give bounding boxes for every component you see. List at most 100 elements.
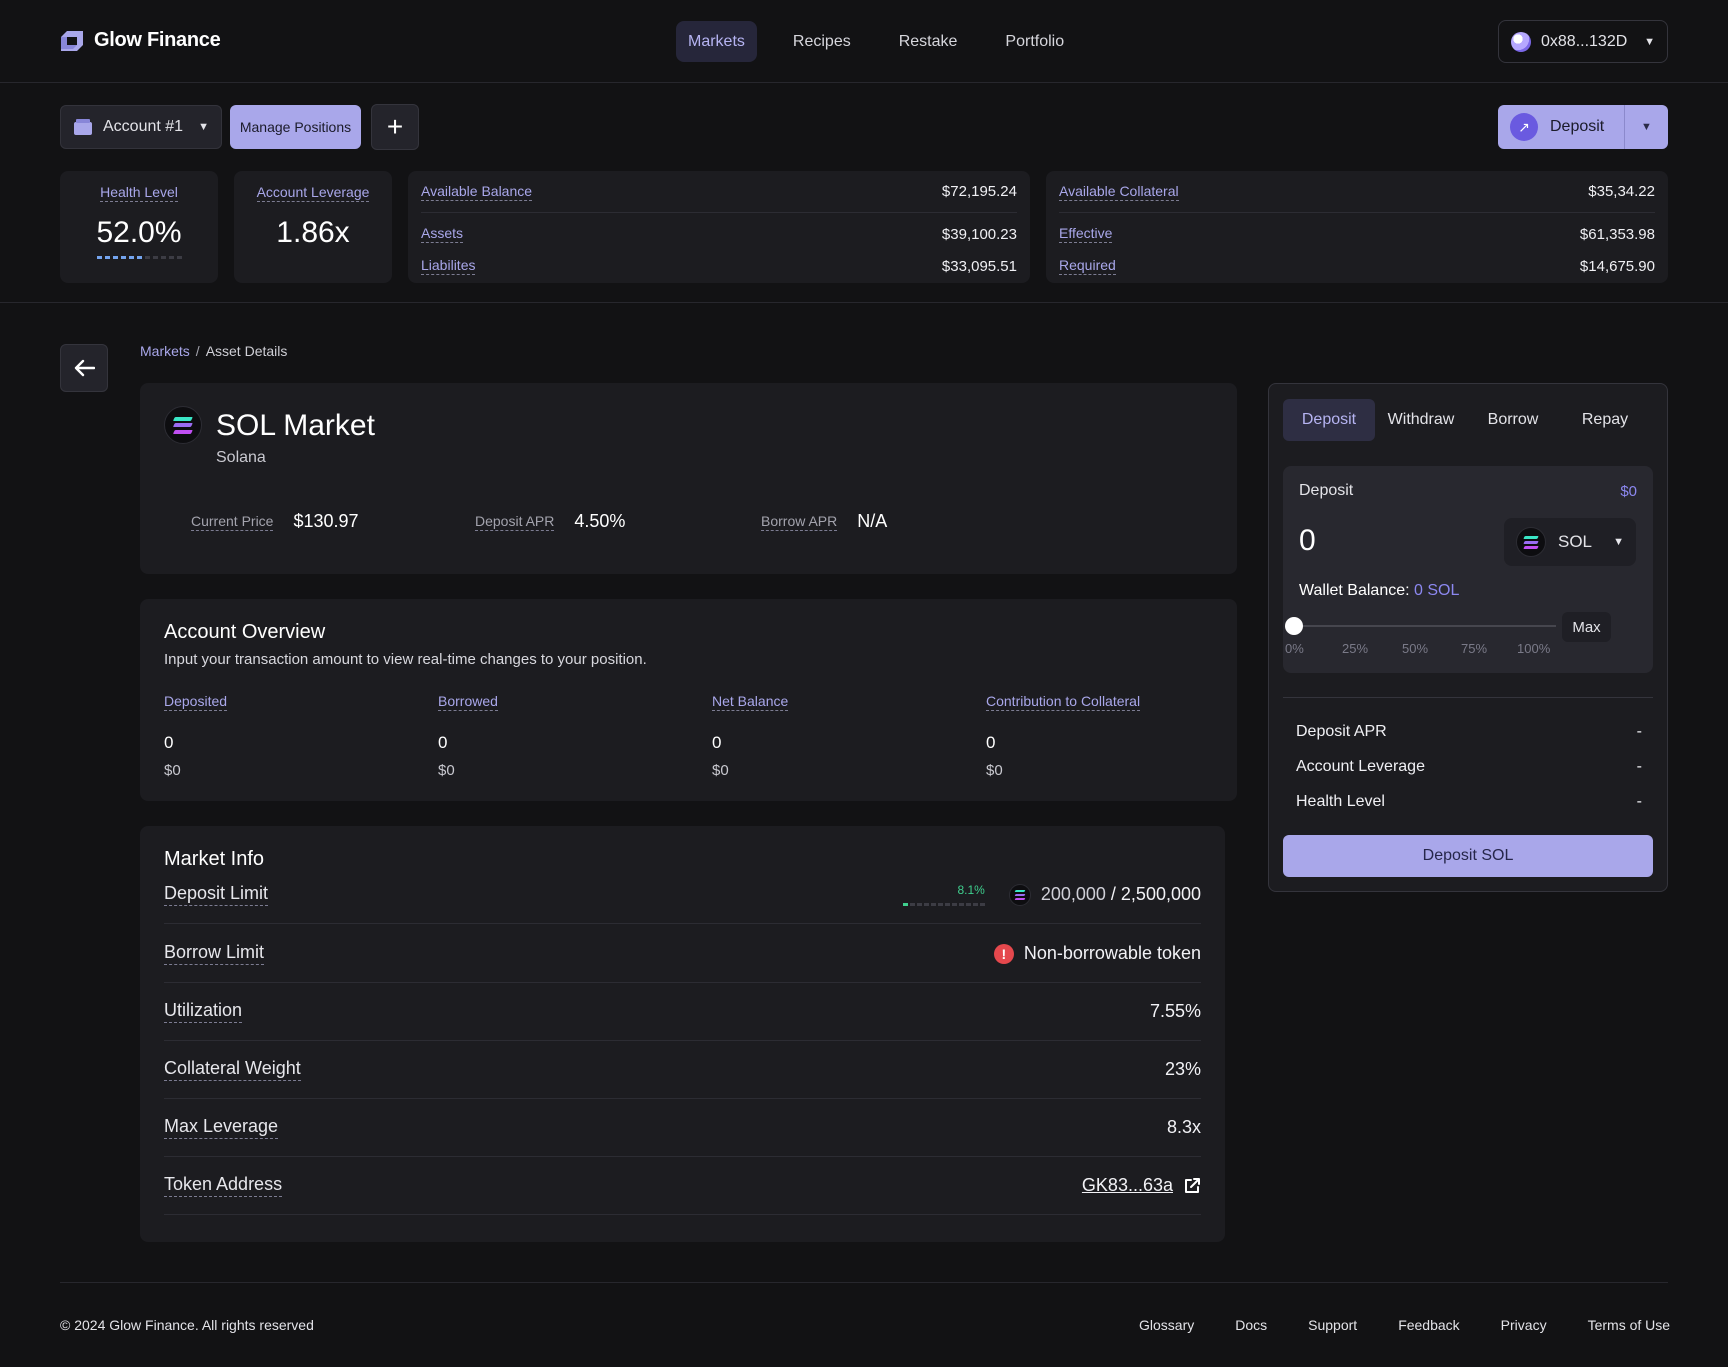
overview-deposited-amount: 0 [164, 733, 174, 752]
effective-label[interactable]: Effective [1059, 225, 1113, 243]
tab-borrow[interactable]: Borrow [1467, 399, 1559, 441]
max-button[interactable]: Max [1562, 612, 1611, 642]
overview-deposited-label[interactable]: Deposited [164, 693, 228, 711]
nav-recipes[interactable]: Recipes [781, 21, 863, 62]
deposit-button[interactable]: ↗ Deposit ▼ [1498, 105, 1668, 149]
current-price: Current Price $130.97 [191, 511, 359, 532]
overview-borrowed-usd: $0 [438, 762, 455, 779]
available-collateral-label[interactable]: Available Collateral [1059, 183, 1179, 201]
bar-segment [972, 903, 978, 906]
max-leverage-label[interactable]: Max Leverage [164, 1116, 279, 1139]
tab-repay[interactable]: Repay [1559, 399, 1651, 441]
account-leverage-value: 1.86x [276, 216, 350, 249]
overview-net-balance-amount: 0 [712, 733, 722, 752]
deposit-dropdown-button[interactable]: ▼ [1624, 105, 1668, 149]
current-price-value: $130.97 [293, 511, 359, 531]
deposit-apr-value: 4.50% [574, 511, 626, 531]
footer-link-docs[interactable]: Docs [1235, 1317, 1267, 1333]
bar-segment [136, 256, 142, 259]
overview-net-balance: Net Balance 0 $0 [712, 693, 789, 779]
back-button[interactable] [60, 344, 108, 392]
slider-tick: 100% [1517, 641, 1551, 656]
wallet-button[interactable]: 0x88...132D ▼ [1498, 20, 1668, 63]
token-selector[interactable]: SOL ▼ [1504, 518, 1636, 566]
add-account-button[interactable]: + [371, 104, 419, 150]
manage-positions-button[interactable]: Manage Positions [230, 105, 361, 149]
utilization-label[interactable]: Utilization [164, 1000, 243, 1023]
overview-collateral-contribution-label[interactable]: Contribution to Collateral [986, 693, 1141, 711]
breadcrumb-markets-link[interactable]: Markets [140, 343, 190, 359]
footer-link-support[interactable]: Support [1308, 1317, 1357, 1333]
market-subtitle: Solana [216, 449, 266, 466]
amount-slider-track[interactable] [1286, 625, 1556, 627]
collateral-weight-row: Collateral Weight 23% [164, 1041, 1201, 1099]
assets-row: Assets $39,100.23 [421, 221, 1017, 247]
max-leverage-value: 8.3x [1166, 1117, 1201, 1137]
overview-net-balance-label[interactable]: Net Balance [712, 693, 789, 711]
bar-segment [128, 256, 134, 259]
token-selector-label: SOL [1558, 532, 1593, 551]
liabilities-value: $33,095.51 [941, 257, 1017, 275]
sol-token-icon [1516, 527, 1546, 557]
footer-link-privacy[interactable]: Privacy [1501, 1317, 1547, 1333]
health-level-label[interactable]: Health Level [100, 184, 178, 202]
bar-segment [902, 903, 908, 906]
deposit-limit-amount: 200,000 / 2,500,000 [1041, 884, 1201, 905]
bar-segment [909, 903, 915, 906]
assets-label[interactable]: Assets [421, 225, 464, 243]
account-overview-title: Account Overview [164, 621, 326, 643]
bar-segment [937, 903, 943, 906]
footer-link-terms[interactable]: Terms of Use [1588, 1317, 1670, 1333]
collateral-card: Available Collateral $35,34.22 Effective… [1046, 171, 1668, 283]
wallet-balance-value: 0 SOL [1414, 582, 1460, 599]
summary-deposit-apr: Deposit APR - [1296, 723, 1642, 741]
chevron-down-icon: ▼ [198, 121, 209, 133]
footer-link-glossary[interactable]: Glossary [1139, 1317, 1194, 1333]
wallet-avatar [1511, 31, 1531, 52]
external-link-icon[interactable] [1183, 1177, 1201, 1195]
borrow-apr: Borrow APR N/A [761, 511, 887, 532]
summary-account-leverage-value: - [1636, 758, 1642, 775]
amount-input[interactable]: 0 [1299, 524, 1316, 558]
deposit-button-main[interactable]: ↗ Deposit [1498, 105, 1624, 149]
nav-portfolio[interactable]: Portfolio [993, 21, 1076, 62]
effective-value: $61,353.98 [1579, 225, 1655, 243]
tab-withdraw[interactable]: Withdraw [1375, 399, 1467, 441]
arrow-up-right-icon: ↗ [1510, 113, 1538, 141]
borrow-apr-label[interactable]: Borrow APR [761, 513, 838, 531]
deposit-limit-bar [902, 903, 985, 906]
nav-markets[interactable]: Markets [676, 21, 757, 62]
tab-deposit[interactable]: Deposit [1283, 399, 1375, 441]
available-balance-label[interactable]: Available Balance [421, 183, 533, 201]
summary-account-leverage: Account Leverage - [1296, 758, 1642, 776]
slider-tick: 0% [1285, 641, 1304, 656]
bar-segment [958, 903, 964, 906]
deposit-limit-separator: / [1105, 884, 1121, 904]
summary-account-leverage-label: Account Leverage [1296, 758, 1425, 775]
brand-logo[interactable]: Glow Finance [60, 29, 221, 52]
borrow-limit-label[interactable]: Borrow Limit [164, 942, 265, 965]
deposit-sol-button[interactable]: Deposit SOL [1283, 835, 1653, 877]
overview-collateral-contribution-usd: $0 [986, 762, 1003, 779]
liabilities-label[interactable]: Liabilites [421, 257, 476, 275]
deposit-limit-label[interactable]: Deposit Limit [164, 883, 269, 906]
nav-restake[interactable]: Restake [887, 21, 970, 62]
overview-borrowed-label[interactable]: Borrowed [438, 693, 498, 711]
utilization-row: Utilization 7.55% [164, 983, 1201, 1041]
account-leverage-label[interactable]: Account Leverage [256, 184, 370, 202]
collateral-weight-label[interactable]: Collateral Weight [164, 1058, 301, 1081]
token-address-label[interactable]: Token Address [164, 1174, 283, 1197]
required-label[interactable]: Required [1059, 257, 1116, 275]
header-divider [0, 302, 1728, 303]
brand-name: Glow Finance [94, 29, 221, 51]
amount-slider-thumb[interactable] [1285, 617, 1303, 635]
market-title: SOL Market [216, 409, 375, 442]
footer-link-feedback[interactable]: Feedback [1398, 1317, 1459, 1333]
footer-links: Glossary Docs Support Feedback Privacy T… [1139, 1317, 1670, 1333]
account-selector[interactable]: Account #1 ▼ [60, 105, 222, 149]
current-price-label[interactable]: Current Price [191, 513, 274, 531]
token-address-link[interactable]: GK83...63a [1082, 1175, 1173, 1196]
deposit-apr-label[interactable]: Deposit APR [475, 513, 555, 531]
chevron-down-icon: ▼ [1641, 121, 1652, 133]
deposit-limit-percent: 8.1% [957, 883, 985, 897]
